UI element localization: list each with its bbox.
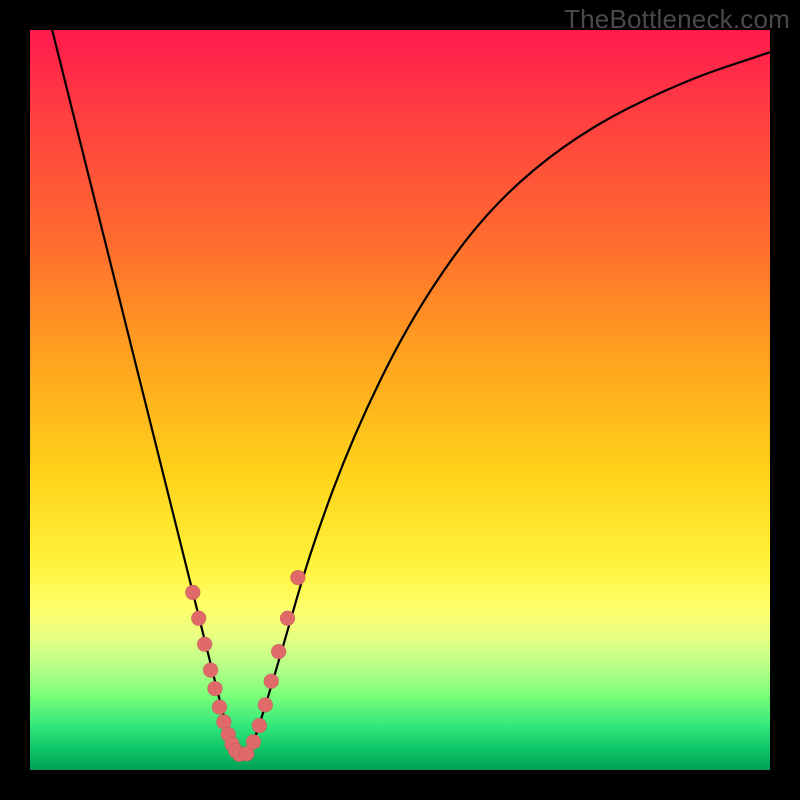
data-marker — [252, 718, 267, 733]
data-marker — [280, 611, 295, 626]
data-marker — [290, 570, 305, 585]
data-marker — [212, 700, 227, 715]
bottleneck-curve — [52, 30, 770, 755]
plot-area — [30, 30, 770, 770]
curve-layer — [30, 30, 770, 770]
data-marker — [203, 663, 218, 678]
data-marker — [191, 611, 206, 626]
chart-frame: TheBottleneck.com — [0, 0, 800, 800]
data-marker — [264, 674, 279, 689]
data-marker — [197, 637, 212, 652]
marker-group-right — [239, 570, 305, 761]
data-marker — [271, 644, 286, 659]
marker-group-left — [185, 585, 247, 762]
data-marker — [246, 734, 261, 749]
data-marker — [258, 697, 273, 712]
data-marker — [208, 681, 223, 696]
data-marker — [185, 585, 200, 600]
